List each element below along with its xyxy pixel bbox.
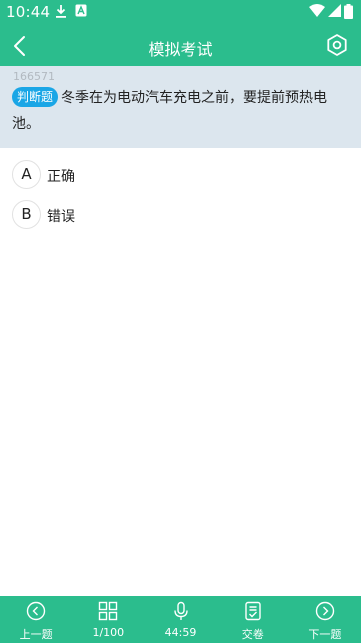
signal-icon [328, 4, 341, 17]
voice-button[interactable]: 44:59 [144, 596, 216, 643]
option-letter: A [12, 160, 41, 189]
download-icon [56, 5, 66, 18]
submit-paper-icon [245, 601, 261, 621]
status-bar: 10:44 [0, 0, 361, 24]
nav-label: 下一题 [308, 628, 342, 641]
bottom-nav: 上一题 1/100 44:59 交卷 下一题 [0, 596, 361, 643]
microphone-icon [173, 601, 188, 620]
option-label: 正确 [47, 169, 75, 185]
question-list-button[interactable]: 1/100 [72, 596, 144, 643]
option-b[interactable]: B 错误 [12, 200, 342, 230]
settings-hexagon-icon[interactable] [325, 33, 349, 57]
status-time: 10:44 [6, 3, 51, 21]
question-progress: 1/100 [92, 626, 125, 639]
question-type-badge: 判断题 [12, 87, 59, 107]
option-a[interactable]: A 正确 [12, 160, 342, 190]
option-label: 错误 [47, 209, 75, 225]
nav-label: 上一题 [19, 628, 53, 641]
question-id: 166571 [13, 70, 55, 83]
header-bar: 模拟考试 [0, 24, 361, 66]
notification-a-icon [75, 4, 87, 17]
countdown-timer: 44:59 [164, 626, 197, 639]
battery-icon [344, 4, 353, 19]
wifi-icon [309, 4, 325, 17]
nav-label: 交卷 [241, 628, 264, 641]
arrow-right-circle-icon [315, 601, 335, 621]
next-question-button[interactable]: 下一题 [289, 596, 361, 643]
arrow-left-circle-icon [26, 601, 46, 621]
grid-icon [99, 601, 118, 621]
question-text: 冬季在为电动汽车充电之前，要提前预热电池。 [12, 90, 328, 132]
page-title: 模拟考试 [148, 40, 213, 59]
question-panel: 166571 判断题 冬季在为电动汽车充电之前，要提前预热电池。 [0, 66, 361, 148]
option-letter: B [12, 200, 41, 229]
question-text-block: 判断题 冬季在为电动汽车充电之前，要提前预热电池。 [12, 85, 352, 137]
app-top-area: 10:44 模拟考试 [0, 0, 361, 66]
submit-exam-button[interactable]: 交卷 [217, 596, 289, 643]
exam-screen: 10:44 模拟考试 166571 判断题 冬季在为电动汽车充电之前，要提前预热… [0, 0, 361, 643]
prev-question-button[interactable]: 上一题 [0, 596, 72, 643]
